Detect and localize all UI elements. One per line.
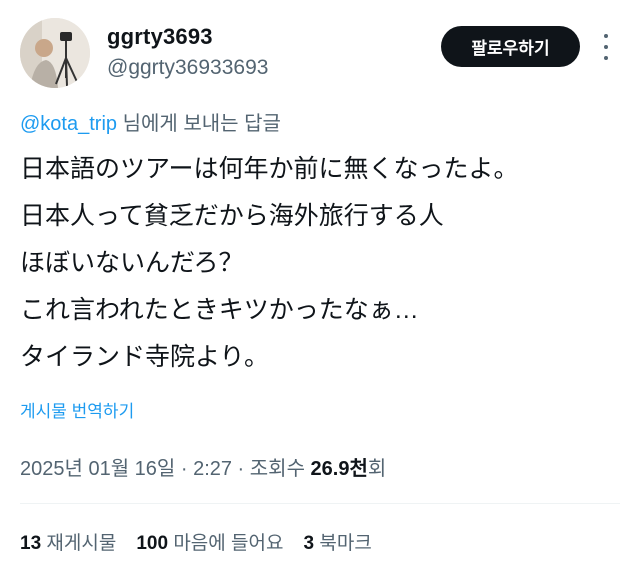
tweet-line: これ言われたときキツかったなぁ… xyxy=(20,296,419,324)
tweet-line: ほぼいないんだろ？ xyxy=(20,249,244,277)
avatar[interactable] xyxy=(20,18,90,88)
avatar-photo xyxy=(20,18,90,88)
reposts-label: 재게시물 xyxy=(46,533,117,554)
user-handle[interactable]: @ggrty36933693 xyxy=(107,56,268,80)
reply-context: @kota_trip 님에게 보내는 답글 xyxy=(20,107,281,136)
bookmarks-count: 3 xyxy=(303,533,315,554)
likes-stat[interactable]: 100 마음에 들어요 xyxy=(136,528,283,555)
dot xyxy=(604,45,608,49)
likes-count: 100 xyxy=(136,533,169,554)
reposts-stat[interactable]: 13 재게시물 xyxy=(20,528,116,555)
bookmarks-stat[interactable]: 3 북마크 xyxy=(304,528,372,555)
tweet-line: 日本語のツアーは何年か前に無くなったよ。 xyxy=(20,155,519,183)
views-suffix: 회 xyxy=(367,458,387,480)
reposts-count: 13 xyxy=(20,533,42,554)
tweet-header: ggrty3693 @ggrty36933693 팔로우하기 xyxy=(0,0,640,100)
translate-post-link[interactable]: 게시물 번역하기 xyxy=(20,397,134,422)
tweet-text: 日本語のツアーは何年か前に無くなったよ。 日本人って貧乏だから海外旅行する人 ほ… xyxy=(20,146,620,381)
tweet-metadata: 2025년 01월 16일 · 2:27 · 조회수 26.9천회 xyxy=(20,452,386,481)
divider xyxy=(20,503,620,504)
dot xyxy=(604,34,608,38)
timestamp[interactable]: 2025년 01월 16일 · 2:27 · 조회수 xyxy=(20,458,311,480)
reply-suffix: 님에게 보내는 답글 xyxy=(117,113,281,135)
tweet-line: 日本人って貧乏だから海外旅行する人 xyxy=(20,202,444,230)
reply-mention-link[interactable]: @kota_trip xyxy=(20,113,117,135)
likes-label: 마음에 들어요 xyxy=(173,533,284,554)
follow-button[interactable]: 팔로우하기 xyxy=(441,26,580,67)
bookmarks-label: 북마크 xyxy=(319,533,372,554)
tweet-line: タイランド寺院より。 xyxy=(20,343,270,371)
dot xyxy=(604,56,608,60)
display-name[interactable]: ggrty3693 xyxy=(107,24,213,50)
views-count: 26.9천 xyxy=(310,458,368,480)
engagement-stats: 13 재게시물 100 마음에 들어요 3 북마크 xyxy=(20,528,372,555)
more-options-icon[interactable] xyxy=(596,30,616,64)
